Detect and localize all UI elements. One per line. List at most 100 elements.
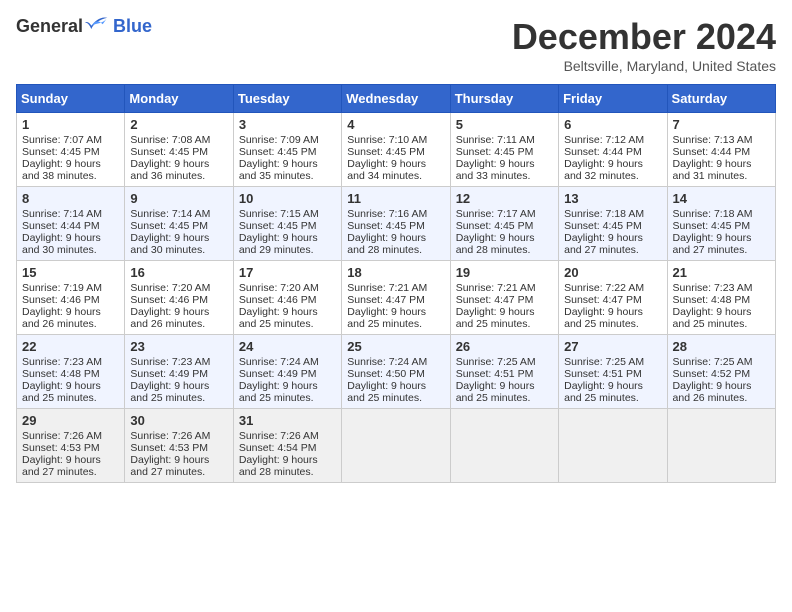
day-number: 29	[22, 413, 119, 428]
day-number: 24	[239, 339, 336, 354]
sunrise-text: Sunrise: 7:13 AM	[673, 134, 753, 146]
sunset-text: Sunset: 4:48 PM	[673, 294, 751, 306]
sunrise-text: Sunrise: 7:23 AM	[673, 282, 753, 294]
calendar-table: SundayMondayTuesdayWednesdayThursdayFrid…	[16, 84, 776, 483]
calendar-cell: 24Sunrise: 7:24 AMSunset: 4:49 PMDayligh…	[233, 335, 341, 409]
sunset-text: Sunset: 4:49 PM	[239, 368, 317, 380]
daylight-text: Daylight: 9 hours and 25 minutes.	[130, 380, 209, 404]
daylight-text: Daylight: 9 hours and 31 minutes.	[673, 158, 752, 182]
sunset-text: Sunset: 4:45 PM	[673, 220, 751, 232]
day-number: 30	[130, 413, 227, 428]
calendar-cell: 2Sunrise: 7:08 AMSunset: 4:45 PMDaylight…	[125, 113, 233, 187]
day-number: 14	[673, 191, 770, 206]
title-area: December 2024 Beltsville, Maryland, Unit…	[512, 16, 776, 74]
calendar-cell: 9Sunrise: 7:14 AMSunset: 4:45 PMDaylight…	[125, 187, 233, 261]
daylight-text: Daylight: 9 hours and 28 minutes.	[347, 232, 426, 256]
day-number: 5	[456, 117, 553, 132]
sunrise-text: Sunrise: 7:12 AM	[564, 134, 644, 146]
calendar-cell: 29Sunrise: 7:26 AMSunset: 4:53 PMDayligh…	[17, 409, 125, 483]
daylight-text: Daylight: 9 hours and 26 minutes.	[22, 306, 101, 330]
sunrise-text: Sunrise: 7:08 AM	[130, 134, 210, 146]
sunrise-text: Sunrise: 7:24 AM	[347, 356, 427, 368]
sunset-text: Sunset: 4:45 PM	[347, 220, 425, 232]
sunrise-text: Sunrise: 7:26 AM	[239, 430, 319, 442]
daylight-text: Daylight: 9 hours and 38 minutes.	[22, 158, 101, 182]
sunset-text: Sunset: 4:45 PM	[564, 220, 642, 232]
daylight-text: Daylight: 9 hours and 27 minutes.	[673, 232, 752, 256]
sunrise-text: Sunrise: 7:09 AM	[239, 134, 319, 146]
day-number: 12	[456, 191, 553, 206]
day-number: 20	[564, 265, 661, 280]
calendar-cell: 16Sunrise: 7:20 AMSunset: 4:46 PMDayligh…	[125, 261, 233, 335]
calendar-cell: 23Sunrise: 7:23 AMSunset: 4:49 PMDayligh…	[125, 335, 233, 409]
calendar-cell: 1Sunrise: 7:07 AMSunset: 4:45 PMDaylight…	[17, 113, 125, 187]
sunrise-text: Sunrise: 7:26 AM	[130, 430, 210, 442]
day-number: 8	[22, 191, 119, 206]
sunrise-text: Sunrise: 7:15 AM	[239, 208, 319, 220]
day-header-wednesday: Wednesday	[342, 85, 450, 113]
daylight-text: Daylight: 9 hours and 25 minutes.	[22, 380, 101, 404]
logo-blue-text: Blue	[113, 16, 152, 37]
calendar-cell: 6Sunrise: 7:12 AMSunset: 4:44 PMDaylight…	[559, 113, 667, 187]
calendar-cell	[559, 409, 667, 483]
daylight-text: Daylight: 9 hours and 25 minutes.	[456, 306, 535, 330]
calendar-cell: 28Sunrise: 7:25 AMSunset: 4:52 PMDayligh…	[667, 335, 775, 409]
sunrise-text: Sunrise: 7:10 AM	[347, 134, 427, 146]
daylight-text: Daylight: 9 hours and 25 minutes.	[673, 306, 752, 330]
day-number: 15	[22, 265, 119, 280]
sunset-text: Sunset: 4:53 PM	[130, 442, 208, 454]
sunrise-text: Sunrise: 7:19 AM	[22, 282, 102, 294]
calendar-cell: 20Sunrise: 7:22 AMSunset: 4:47 PMDayligh…	[559, 261, 667, 335]
calendar-cell: 21Sunrise: 7:23 AMSunset: 4:48 PMDayligh…	[667, 261, 775, 335]
sunset-text: Sunset: 4:49 PM	[130, 368, 208, 380]
day-number: 9	[130, 191, 227, 206]
daylight-text: Daylight: 9 hours and 33 minutes.	[456, 158, 535, 182]
sunset-text: Sunset: 4:45 PM	[130, 220, 208, 232]
sunrise-text: Sunrise: 7:07 AM	[22, 134, 102, 146]
day-header-sunday: Sunday	[17, 85, 125, 113]
sunset-text: Sunset: 4:46 PM	[22, 294, 100, 306]
sunset-text: Sunset: 4:51 PM	[564, 368, 642, 380]
daylight-text: Daylight: 9 hours and 30 minutes.	[22, 232, 101, 256]
sunrise-text: Sunrise: 7:11 AM	[456, 134, 535, 146]
sunrise-text: Sunrise: 7:20 AM	[130, 282, 210, 294]
calendar-week-row: 29Sunrise: 7:26 AMSunset: 4:53 PMDayligh…	[17, 409, 776, 483]
sunset-text: Sunset: 4:52 PM	[673, 368, 751, 380]
day-number: 25	[347, 339, 444, 354]
calendar-cell	[450, 409, 558, 483]
location-text: Beltsville, Maryland, United States	[512, 58, 776, 74]
sunset-text: Sunset: 4:47 PM	[456, 294, 534, 306]
sunrise-text: Sunrise: 7:26 AM	[22, 430, 102, 442]
day-number: 3	[239, 117, 336, 132]
calendar-cell: 3Sunrise: 7:09 AMSunset: 4:45 PMDaylight…	[233, 113, 341, 187]
sunset-text: Sunset: 4:47 PM	[564, 294, 642, 306]
calendar-week-row: 1Sunrise: 7:07 AMSunset: 4:45 PMDaylight…	[17, 113, 776, 187]
calendar-cell	[342, 409, 450, 483]
daylight-text: Daylight: 9 hours and 25 minutes.	[564, 380, 643, 404]
day-header-monday: Monday	[125, 85, 233, 113]
calendar-cell: 30 Sunrise: 7:26 AMSunset: 4:53 PMDayligh…	[125, 409, 233, 483]
calendar-cell: 12Sunrise: 7:17 AMSunset: 4:45 PMDayligh…	[450, 187, 558, 261]
day-number: 19	[456, 265, 553, 280]
logo-general-text: General	[16, 16, 83, 37]
sunset-text: Sunset: 4:45 PM	[130, 146, 208, 158]
daylight-text: Daylight: 9 hours and 25 minutes.	[239, 306, 318, 330]
daylight-text: Daylight: 9 hours and 27 minutes.	[130, 454, 209, 478]
sunrise-text: Sunrise: 7:25 AM	[456, 356, 536, 368]
daylight-text: Daylight: 9 hours and 28 minutes.	[239, 454, 318, 478]
day-number: 10	[239, 191, 336, 206]
calendar-cell: 7Sunrise: 7:13 AMSunset: 4:44 PMDaylight…	[667, 113, 775, 187]
sunset-text: Sunset: 4:50 PM	[347, 368, 425, 380]
day-number: 13	[564, 191, 661, 206]
sunset-text: Sunset: 4:45 PM	[456, 146, 534, 158]
daylight-text: Daylight: 9 hours and 27 minutes.	[564, 232, 643, 256]
calendar-cell: 13 Sunrise: 7:18 AMSunset: 4:45 PMDayligh…	[559, 187, 667, 261]
day-header-tuesday: Tuesday	[233, 85, 341, 113]
sunset-text: Sunset: 4:46 PM	[239, 294, 317, 306]
sunrise-text: Sunrise: 7:24 AM	[239, 356, 319, 368]
calendar-cell: 27Sunrise: 7:25 AMSunset: 4:51 PMDayligh…	[559, 335, 667, 409]
daylight-text: Daylight: 9 hours and 32 minutes.	[564, 158, 643, 182]
daylight-text: Daylight: 9 hours and 34 minutes.	[347, 158, 426, 182]
sunrise-text: Sunrise: 7:18 AM	[564, 208, 644, 220]
day-number: 6	[564, 117, 661, 132]
